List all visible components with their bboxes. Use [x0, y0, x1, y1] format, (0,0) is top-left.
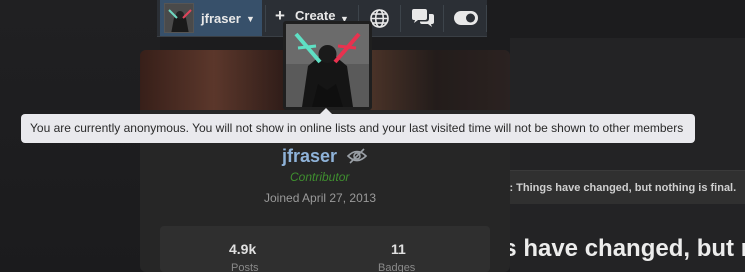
profile-username[interactable]: jfraser [282, 146, 337, 167]
posts-label: Posts [231, 262, 259, 272]
anonymous-tooltip: You are currently anonymous. You will no… [21, 114, 695, 143]
user-menu-chevron-down-icon[interactable]: ▼ [246, 14, 255, 24]
nav-avatar[interactable] [164, 3, 194, 33]
nav-divider [400, 5, 401, 32]
notice-banner: Note: Things have changed, but nothing i… [497, 170, 745, 204]
nav-username[interactable]: jfraser [201, 11, 241, 26]
nav-divider [265, 5, 266, 32]
badges-label: Badges [378, 262, 416, 272]
toggle-icon[interactable] [454, 11, 478, 30]
headline-text: Things have changed, but nothing is fina… [500, 235, 745, 262]
notice-text: Note: Things have changed, but nothing i… [497, 182, 737, 194]
stats-panel [160, 226, 490, 272]
profile-avatar[interactable] [283, 21, 372, 110]
posts-count: 4.9k [229, 241, 257, 257]
eye-slash-icon [346, 147, 368, 170]
joined-date: Joined April 27, 2013 [264, 191, 377, 205]
badges-count: 11 [391, 241, 406, 257]
topic-headline: Things have changed, but nothing is fina… [500, 235, 745, 263]
chat-bubbles-icon[interactable] [410, 8, 436, 34]
user-role: Contributor [290, 170, 350, 184]
nav-divider [443, 5, 444, 32]
nav-divider [486, 5, 487, 32]
globe-icon[interactable] [369, 8, 390, 34]
